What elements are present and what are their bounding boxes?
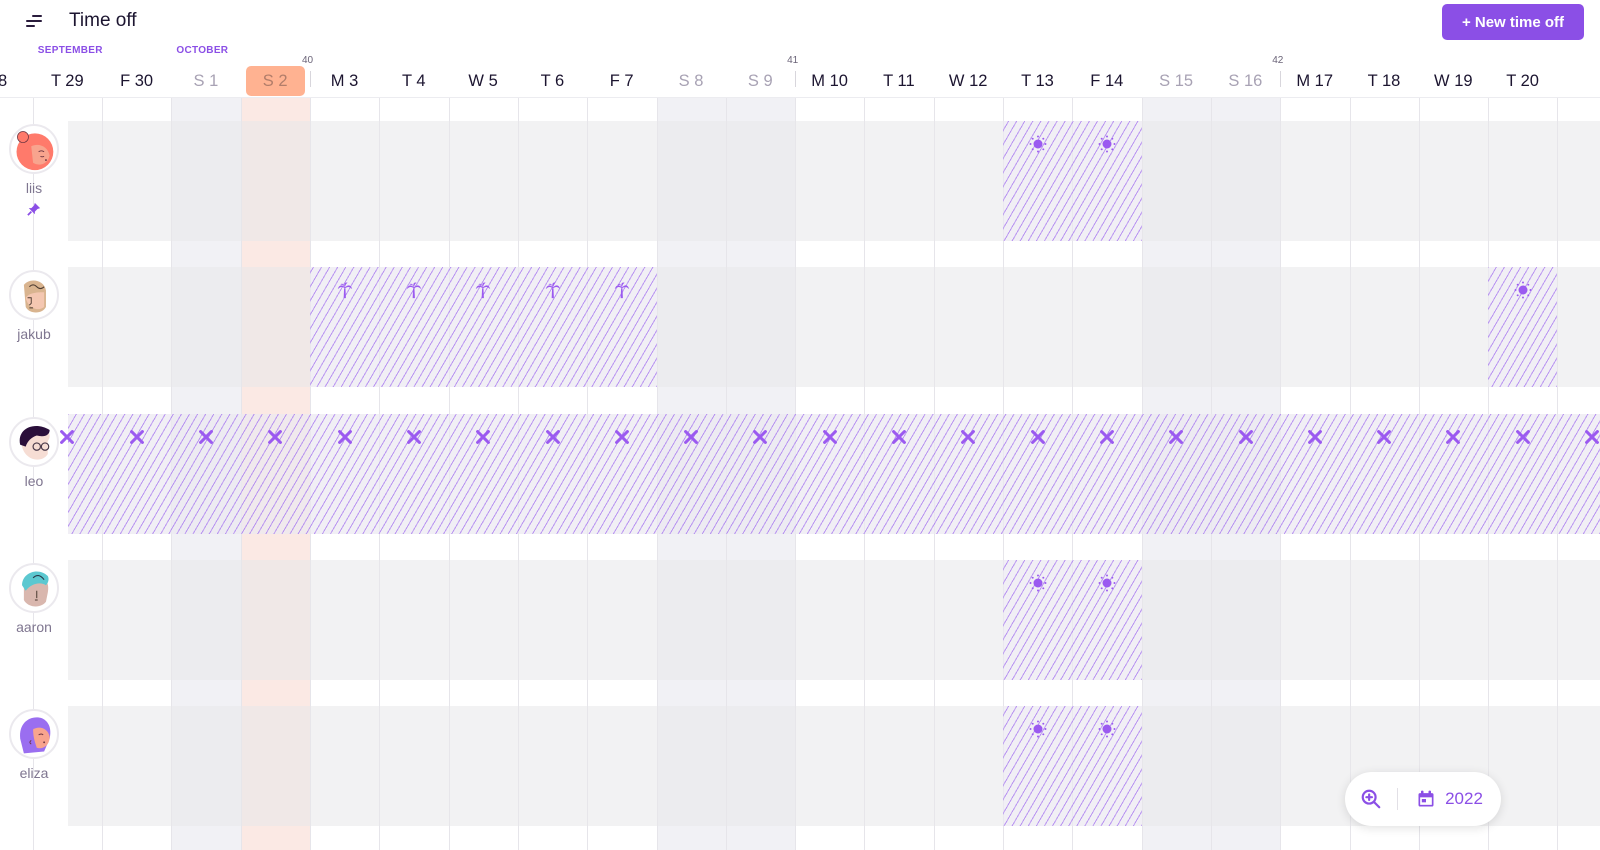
sun-icon	[1098, 135, 1116, 153]
cross-icon	[1375, 428, 1393, 446]
sun-icon	[1029, 720, 1047, 738]
cross-icon	[474, 428, 492, 446]
day-header[interactable]: T 6	[518, 66, 587, 96]
cross-icon	[405, 428, 423, 446]
day-header[interactable]: T 4	[379, 66, 448, 96]
avatar-leo[interactable]	[9, 416, 59, 467]
year-label: 2022	[1445, 789, 1483, 808]
year-selector[interactable]: 2022	[1398, 772, 1501, 826]
person-aaron[interactable]: aaron	[0, 562, 68, 635]
day-header[interactable]: T 18	[1350, 66, 1419, 96]
time-off-block[interactable]	[1003, 121, 1142, 241]
palm-tree-icon	[336, 281, 354, 299]
time-off-block[interactable]	[1003, 559, 1142, 680]
sun-icon	[1029, 135, 1047, 153]
new-time-off-button[interactable]: + New time off	[1442, 4, 1584, 40]
cross-icon	[1029, 428, 1047, 446]
cross-icon	[266, 428, 284, 446]
menu-lines-icon[interactable]	[22, 12, 46, 32]
person-name: aaron	[16, 618, 52, 635]
pin-icon[interactable]	[27, 202, 41, 216]
day-header[interactable]: W 12	[934, 66, 1003, 96]
day-header[interactable]: S 16	[1211, 66, 1280, 96]
person-eliza[interactable]: eliza	[0, 709, 68, 781]
time-off-block[interactable]	[1003, 706, 1142, 827]
person-row	[68, 267, 1600, 388]
cross-icon	[1167, 428, 1185, 446]
day-header[interactable]: S 8	[657, 66, 726, 96]
month-label: OCTOBER	[176, 45, 229, 56]
palm-tree-icon	[544, 281, 562, 299]
palm-tree-icon	[405, 281, 423, 299]
view-controls: 2022	[1345, 772, 1501, 826]
cross-icon	[682, 428, 700, 446]
page-title: Time off	[69, 10, 137, 31]
person-name: leo	[24, 472, 44, 489]
day-header[interactable]: F 14	[1072, 66, 1141, 96]
day-header[interactable]: M 17	[1280, 66, 1349, 96]
week-number: 42	[1272, 55, 1284, 66]
person-row	[68, 121, 1600, 241]
cross-icon	[751, 428, 769, 446]
week-number: 40	[302, 55, 314, 66]
person-leo[interactable]: leo	[0, 416, 68, 489]
person-name: eliza	[19, 765, 49, 782]
sun-icon	[1514, 281, 1532, 299]
avatar-aaron[interactable]	[9, 562, 59, 613]
cross-icon	[197, 428, 215, 446]
palm-tree-icon	[474, 281, 492, 299]
day-header[interactable]: W 19	[1419, 66, 1488, 96]
day-header[interactable]: F 30	[102, 66, 171, 96]
day-header[interactable]: 28	[0, 66, 33, 96]
sun-icon	[1029, 574, 1047, 592]
palm-tree-icon	[613, 281, 631, 299]
person-jakub[interactable]: jakub	[0, 270, 68, 342]
day-header[interactable]: S 1	[171, 66, 240, 96]
cross-icon	[890, 428, 908, 446]
day-header[interactable]: T 20	[1488, 66, 1557, 96]
cross-icon	[1514, 428, 1532, 446]
sun-icon	[1098, 720, 1116, 738]
day-header[interactable]: T 29	[33, 66, 102, 96]
day-header-today[interactable]: S 2	[245, 66, 305, 96]
cross-icon	[1237, 428, 1255, 446]
avatar-liis[interactable]	[9, 124, 59, 174]
person-liis[interactable]: liis	[0, 124, 68, 216]
cross-icon	[1098, 428, 1116, 446]
sun-icon	[1098, 574, 1116, 592]
avatar-eliza[interactable]	[9, 709, 59, 760]
day-header[interactable]: M 10	[795, 66, 864, 96]
day-header[interactable]: S 15	[1142, 66, 1211, 96]
person-row	[68, 559, 1600, 680]
week-number: 41	[787, 55, 799, 66]
cross-icon	[821, 428, 839, 446]
zoom-in-icon[interactable]	[1345, 772, 1397, 826]
person-name: jakub	[17, 326, 51, 343]
cross-icon	[613, 428, 631, 446]
cross-icon	[1444, 428, 1462, 446]
day-header[interactable]: W 5	[449, 66, 518, 96]
day-header[interactable]: M 3	[310, 66, 379, 96]
top-bar: Time off + New time off	[0, 0, 1600, 44]
day-header[interactable]: S 9	[726, 66, 795, 96]
calendar-icon	[1418, 790, 1434, 807]
cross-icon	[544, 428, 562, 446]
time-off-grid: liis jakub leo aaron eliza	[0, 98, 1600, 850]
day-header[interactable]: T 13	[1003, 66, 1072, 96]
day-header[interactable]: F 7	[587, 66, 656, 96]
person-name: liis	[25, 180, 43, 196]
month-label: SEPTEMBER	[37, 45, 103, 56]
avatar-jakub[interactable]	[9, 270, 59, 321]
cross-icon	[128, 428, 146, 446]
cross-icon	[1583, 428, 1600, 446]
day-header[interactable]: T 11	[864, 66, 933, 96]
calendar-header: SEPTEMBEROCTOBER40414228T 29F 30S 1S 2M …	[0, 44, 1600, 98]
cross-icon	[336, 428, 354, 446]
cross-icon	[959, 428, 977, 446]
cross-icon	[1306, 428, 1324, 446]
